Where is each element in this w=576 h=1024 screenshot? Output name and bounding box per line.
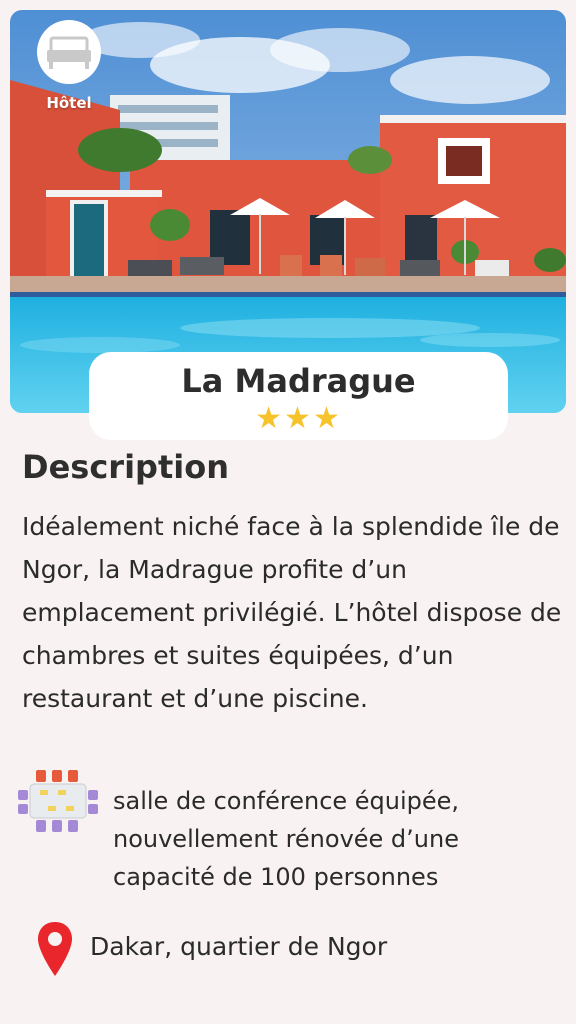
hotel-title-card: La Madrague ★★★ bbox=[89, 352, 508, 440]
conference-table-icon bbox=[14, 768, 102, 834]
map-pin-icon bbox=[36, 920, 74, 978]
description-heading: Description bbox=[22, 448, 229, 486]
hotel-category-badge: Hôtel bbox=[34, 20, 104, 112]
badge-label: Hôtel bbox=[46, 94, 92, 112]
hotel-name: La Madrague bbox=[181, 362, 416, 400]
star-rating: ★★★ bbox=[255, 401, 342, 436]
bed-icon bbox=[37, 20, 101, 84]
description-text: Idéalement niché face à la splendide île… bbox=[22, 512, 562, 713]
location-text: Dakar, quartier de Ngor bbox=[90, 932, 388, 961]
conference-feature: salle de conférence équipée, nouvellemen… bbox=[14, 768, 574, 898]
location-info: Dakar, quartier de Ngor bbox=[36, 920, 556, 984]
conference-feature-text: salle de conférence équipée, nouvellemen… bbox=[113, 787, 460, 891]
